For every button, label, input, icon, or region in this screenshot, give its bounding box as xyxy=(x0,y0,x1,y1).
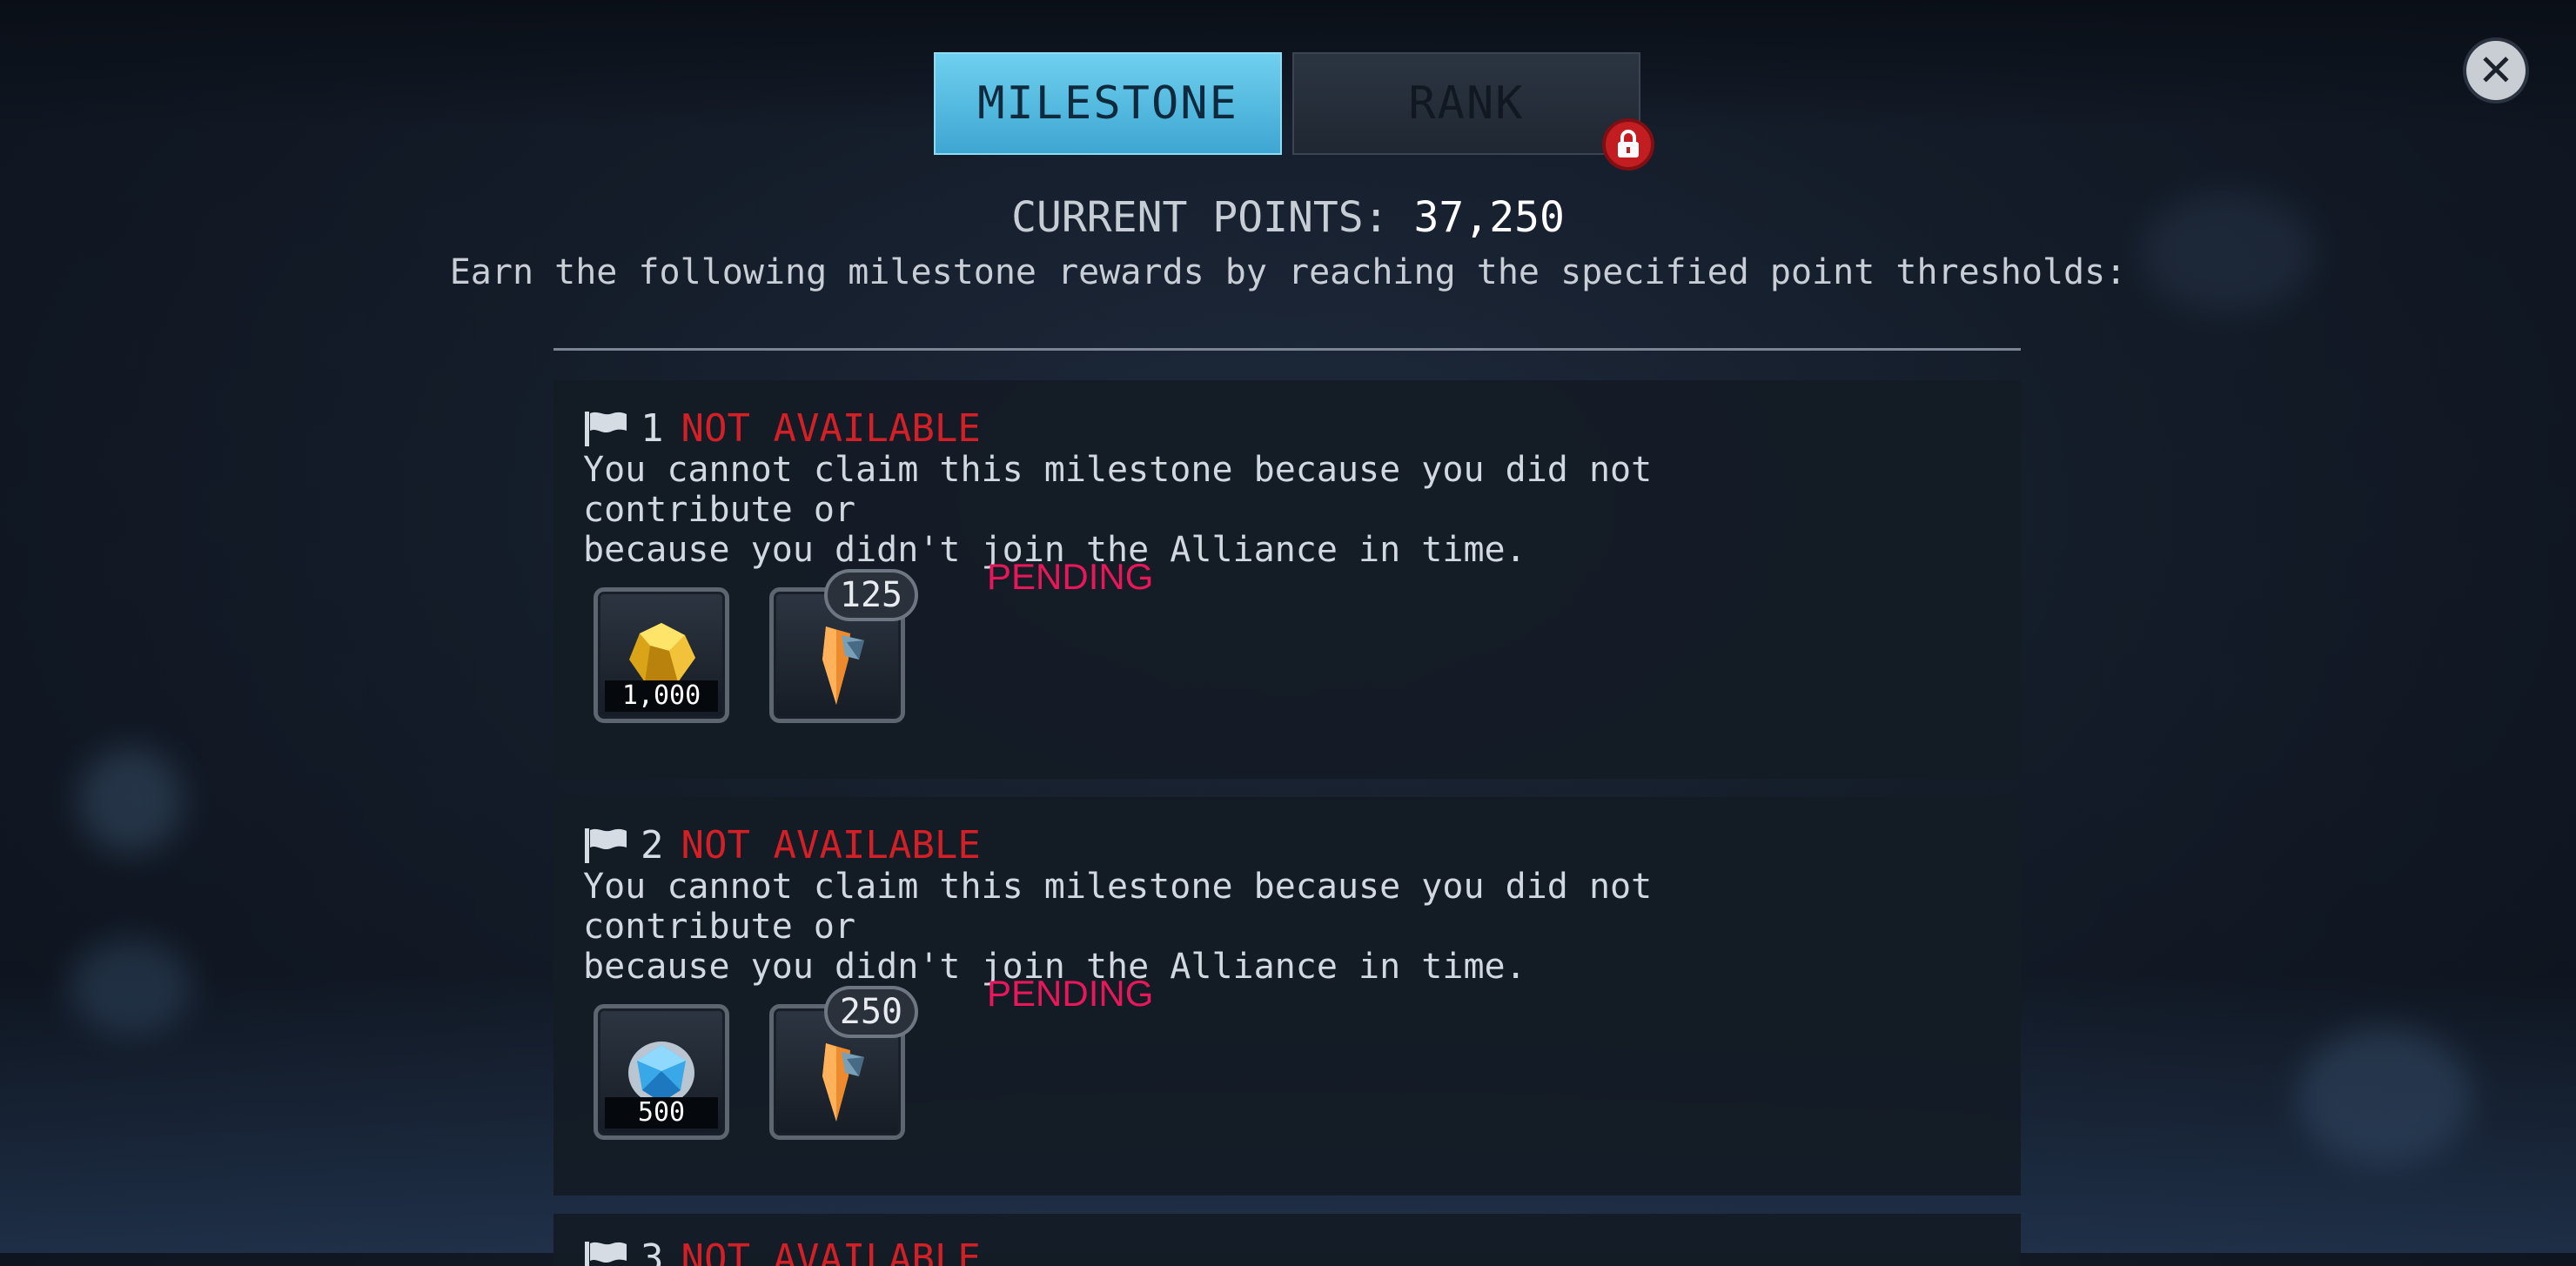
milestone-description-line: You cannot claim this milestone because … xyxy=(583,450,1801,530)
tab-milestone-label: MILESTONE xyxy=(977,77,1238,130)
current-points: CURRENT POINTS: 37,250 xyxy=(0,193,2576,242)
milestone-status: NOT AVAILABLE xyxy=(681,823,981,867)
crystal-shard-icon xyxy=(807,621,868,708)
milestone-description-line: You cannot claim this milestone because … xyxy=(583,867,1801,947)
milestone-description-line: because you didn't join the Alliance in … xyxy=(583,947,1801,987)
crystal-shard-icon xyxy=(807,1038,868,1125)
milestone-description: You cannot claim this milestone because … xyxy=(583,867,1801,987)
milestone-description-line: because you didn't join the Alliance in … xyxy=(583,530,1801,570)
tab-milestone[interactable]: MILESTONE xyxy=(934,52,1282,155)
reward-amount: 1,000 xyxy=(605,680,718,712)
flag-icon xyxy=(583,827,628,865)
flag-icon xyxy=(583,410,628,448)
current-points-label: CURRENT POINTS: xyxy=(1011,193,1388,242)
milestone-card: 1 NOT AVAILABLE You cannot claim this mi… xyxy=(553,380,2021,779)
backdrop-top-shade xyxy=(0,0,2576,131)
milestone-header: 3 NOT AVAILABLE xyxy=(583,1236,981,1266)
reward-item[interactable]: 1,000 xyxy=(594,587,729,723)
milestone-instructions: Earn the following milestone rewards by … xyxy=(0,252,2576,292)
reward-count-badge: 250 xyxy=(824,986,918,1038)
milestone-pending-status: PENDING xyxy=(987,973,1153,1015)
close-icon: ✕ xyxy=(2478,49,2514,92)
reward-amount: 500 xyxy=(605,1097,718,1129)
milestone-number: 1 xyxy=(641,406,664,451)
milestone-number: 3 xyxy=(641,1236,664,1266)
milestone-status: NOT AVAILABLE xyxy=(681,1236,981,1266)
lock-icon xyxy=(1602,118,1654,171)
milestone-header: 2 NOT AVAILABLE xyxy=(583,823,981,867)
milestone-status: NOT AVAILABLE xyxy=(681,406,981,451)
tab-rank-label: RANK xyxy=(1408,77,1524,130)
milestone-card: 3 NOT AVAILABLE xyxy=(553,1214,2021,1266)
milestone-card: 2 NOT AVAILABLE You cannot claim this mi… xyxy=(553,797,2021,1196)
milestone-number: 2 xyxy=(641,823,664,867)
current-points-value: 37,250 xyxy=(1414,193,1565,242)
divider xyxy=(553,348,2021,351)
reward-item[interactable]: 500 xyxy=(594,1004,729,1140)
gold-ore-icon xyxy=(624,621,699,687)
reward-count-badge: 125 xyxy=(824,569,918,621)
close-button[interactable]: ✕ xyxy=(2466,41,2526,100)
background-blur-shape xyxy=(78,748,183,853)
milestone-header: 1 NOT AVAILABLE xyxy=(583,406,981,451)
tab-rank[interactable]: RANK xyxy=(1292,52,1640,155)
reward-item[interactable]: 125 xyxy=(769,587,905,723)
milestone-description: You cannot claim this milestone because … xyxy=(583,450,1801,570)
reward-item[interactable]: 250 xyxy=(769,1004,905,1140)
milestone-pending-status: PENDING xyxy=(987,556,1153,598)
